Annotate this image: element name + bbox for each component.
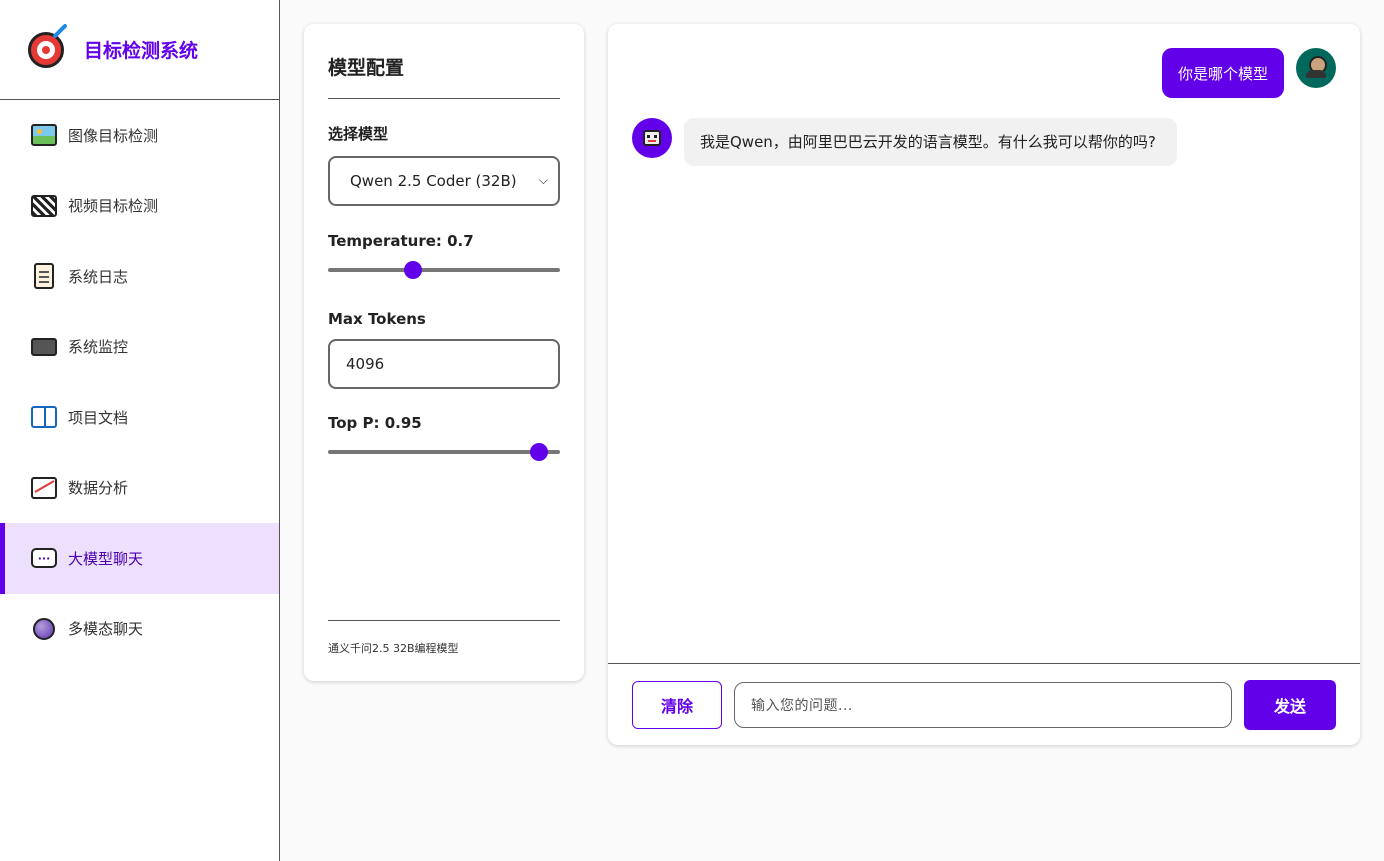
chat-input[interactable]: 输入您的问题...: [734, 681, 1232, 728]
send-button[interactable]: 发送: [1244, 679, 1336, 730]
brand-header: 目标检测系统: [0, 0, 279, 100]
max-tokens-input[interactable]: 4096: [328, 339, 560, 389]
top-p-slider[interactable]: [328, 443, 560, 461]
sidebar-item-system-log[interactable]: 系统日志: [0, 241, 279, 312]
temperature-label: Temperature: 0.7: [328, 232, 474, 250]
sidebar-item-system-monitor[interactable]: 系统监控: [0, 312, 279, 383]
sidebar-item-multimodal-chat[interactable]: 多模态聊天: [0, 594, 279, 665]
sidebar-item-project-docs[interactable]: 项目文档: [0, 382, 279, 453]
model-select[interactable]: Qwen 2.5 Coder (32B) ⌵: [328, 156, 560, 206]
user-message-bubble: 你是哪个模型: [1161, 48, 1284, 98]
chat-panel: 你是哪个模型 我是Qwen，由阿里巴巴云开发的语言模型。有什么我可以帮你的吗? …: [608, 24, 1360, 745]
max-tokens-label: Max Tokens: [328, 310, 426, 328]
chart-increasing-icon: [30, 475, 58, 501]
top-p-label: Top P: 0.95: [328, 414, 422, 432]
temperature-slider-thumb[interactable]: [404, 261, 422, 279]
sidebar-item-label: 系统日志: [68, 267, 129, 286]
sidebar-item-label: 图像目标检测: [68, 126, 159, 145]
chevron-down-icon: ⌵: [538, 173, 548, 187]
robot-avatar-icon: [632, 118, 672, 158]
sidebar-item-label: 数据分析: [68, 479, 129, 498]
temperature-slider[interactable]: [328, 261, 560, 279]
sidebar-item-label: 大模型聊天: [68, 549, 144, 568]
speech-bubble-icon: ···: [30, 545, 58, 571]
sidebar: 目标检测系统 图像目标检测 视频目标检测 系统日志 系统监控 项目文档 数据分析…: [0, 0, 280, 861]
model-description: 通义千问2.5 32B编程模型: [328, 620, 560, 656]
book-icon: [30, 404, 58, 430]
clapperboard-icon: [30, 193, 58, 219]
user-avatar-icon: [1296, 48, 1336, 88]
crystal-ball-icon: [30, 616, 58, 642]
sidebar-item-image-detection[interactable]: 图像目标检测: [0, 100, 279, 171]
model-select-label: 选择模型: [328, 125, 389, 143]
top-p-slider-thumb[interactable]: [530, 443, 548, 461]
assistant-message: 我是Qwen，由阿里巴巴云开发的语言模型。有什么我可以帮你的吗?: [632, 118, 1177, 166]
assistant-message-bubble: 我是Qwen，由阿里巴巴云开发的语言模型。有什么我可以帮你的吗?: [684, 118, 1177, 166]
sidebar-item-label: 多模态聊天: [68, 620, 144, 639]
clipboard-icon: [30, 263, 58, 290]
user-message: 你是哪个模型: [1161, 48, 1336, 98]
sidebar-item-video-detection[interactable]: 视频目标检测: [0, 171, 279, 242]
target-dart-icon: [28, 22, 68, 68]
image-icon: [30, 122, 58, 148]
config-title: 模型配置: [328, 24, 560, 99]
brand-title: 目标检测系统: [84, 40, 199, 62]
sidebar-item-data-analysis[interactable]: 数据分析: [0, 453, 279, 524]
sidebar-item-label: 系统监控: [68, 338, 129, 357]
model-select-value: Qwen 2.5 Coder (32B): [350, 172, 517, 190]
model-config-panel: 模型配置 选择模型 Qwen 2.5 Coder (32B) ⌵ Tempera…: [304, 24, 584, 681]
chat-input-bar: 清除 输入您的问题... 发送: [608, 663, 1360, 745]
sidebar-item-label: 视频目标检测: [68, 197, 159, 216]
sidebar-item-llm-chat[interactable]: ··· 大模型聊天: [0, 523, 279, 594]
sidebar-item-label: 项目文档: [68, 408, 129, 427]
laptop-icon: [30, 334, 58, 360]
clear-button[interactable]: 清除: [632, 680, 722, 729]
